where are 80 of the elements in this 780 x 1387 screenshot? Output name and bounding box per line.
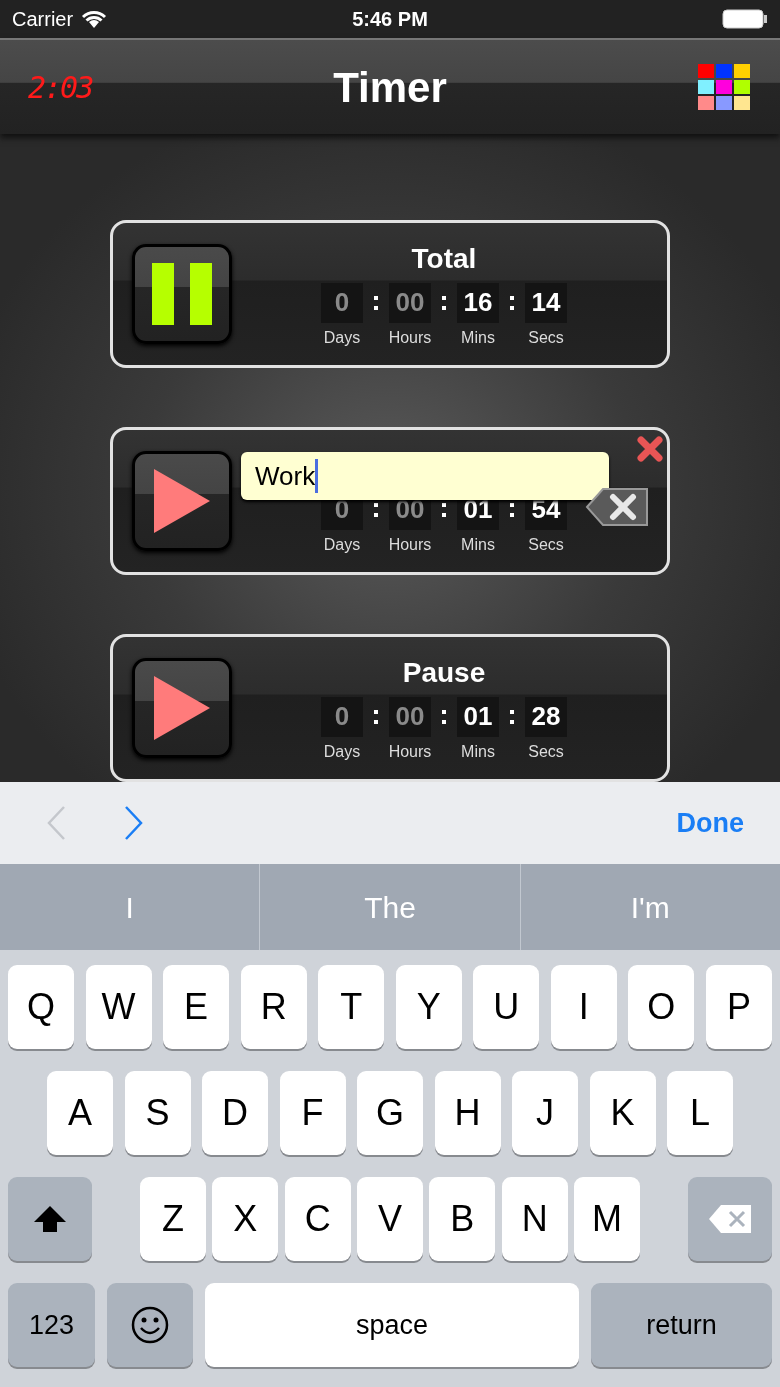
digit-display: 0 — [321, 696, 363, 737]
chevron-left-icon — [46, 805, 66, 841]
timer-title: Total — [411, 241, 477, 276]
digit-display: 00 — [389, 696, 431, 737]
letter-key[interactable]: R — [240, 965, 307, 1049]
carrier-label: Carrier — [12, 7, 74, 32]
letter-key[interactable]: G — [357, 1071, 423, 1155]
wifi-icon — [81, 10, 108, 28]
unit-label: Mins — [461, 327, 495, 348]
digit-display: 16 — [457, 282, 499, 323]
unit-label: Days — [323, 741, 361, 762]
letter-key[interactable]: L — [667, 1071, 733, 1155]
unit-label: Hours — [388, 741, 432, 762]
colon-icon — [510, 502, 514, 517]
screen-title: Timer — [333, 62, 447, 113]
unit-label: Days — [323, 534, 361, 555]
unit-label: Hours — [388, 327, 432, 348]
start-stop-button[interactable] — [132, 658, 232, 758]
letter-key[interactable]: H — [434, 1071, 501, 1155]
letter-key[interactable]: M — [573, 1177, 640, 1261]
digit-display: 01 — [457, 696, 499, 737]
name-field[interactable]: Work — [241, 452, 609, 500]
digit-display: 0 — [321, 282, 363, 323]
letter-key[interactable]: A — [47, 1071, 113, 1155]
letter-key[interactable]: N — [501, 1177, 568, 1261]
start-stop-button[interactable] — [132, 244, 232, 344]
colon-icon — [374, 502, 378, 517]
letter-key[interactable]: J — [512, 1071, 578, 1155]
letter-key[interactable]: X — [212, 1177, 279, 1261]
clear-button[interactable] — [585, 487, 649, 527]
unit-label: Secs — [528, 741, 564, 762]
letter-key[interactable]: F — [279, 1071, 346, 1155]
letter-key[interactable]: Q — [8, 965, 74, 1049]
letter-key[interactable]: S — [124, 1071, 191, 1155]
numbers-key[interactable]: 123 — [8, 1283, 95, 1367]
return-key[interactable]: return — [591, 1283, 772, 1367]
colon-icon — [374, 295, 378, 310]
letter-key[interactable]: B — [429, 1177, 496, 1261]
unit-label: Mins — [461, 741, 495, 762]
colon-icon — [510, 709, 514, 724]
letter-key[interactable]: K — [589, 1071, 656, 1155]
letter-key[interactable]: I — [550, 965, 617, 1049]
backspace-icon — [708, 1204, 752, 1234]
letter-key[interactable]: O — [628, 965, 695, 1049]
timer-title: Pause — [402, 655, 486, 690]
space-key[interactable]: space — [205, 1283, 579, 1367]
letter-key[interactable]: U — [473, 965, 540, 1049]
status-time: 5:46 PM — [352, 7, 428, 32]
letter-key[interactable]: D — [202, 1071, 268, 1155]
letter-key[interactable]: Y — [395, 965, 462, 1049]
letter-key[interactable]: Z — [140, 1177, 206, 1261]
colon-icon — [442, 709, 446, 724]
digit-display: 00 — [389, 282, 431, 323]
letter-key[interactable]: T — [318, 965, 385, 1049]
delete-icon[interactable] — [637, 436, 663, 462]
unit-label: Days — [323, 327, 361, 348]
start-stop-button[interactable] — [132, 451, 232, 551]
unit-label: Secs — [528, 534, 564, 555]
letter-key[interactable]: P — [705, 965, 772, 1049]
unit-label: Hours — [388, 534, 432, 555]
color-grid-button[interactable] — [696, 62, 752, 112]
colon-icon — [374, 709, 378, 724]
colon-icon — [510, 295, 514, 310]
digit-display: 28 — [525, 696, 567, 737]
colon-icon — [442, 295, 446, 310]
letter-key[interactable]: C — [284, 1177, 351, 1261]
letter-key[interactable]: E — [163, 965, 230, 1049]
shift-key[interactable] — [8, 1177, 92, 1261]
smiley-icon — [130, 1305, 170, 1345]
unit-label: Mins — [461, 534, 495, 555]
letter-key[interactable]: W — [85, 965, 152, 1049]
clock-display: 2:03 — [28, 68, 93, 107]
battery-icon — [722, 9, 768, 29]
chevron-right-icon — [124, 805, 144, 841]
digit-display: 14 — [525, 282, 567, 323]
unit-label: Secs — [528, 327, 564, 348]
letter-key[interactable]: V — [357, 1177, 423, 1261]
emoji-key[interactable] — [107, 1283, 193, 1367]
colon-icon — [442, 502, 446, 517]
shift-icon — [32, 1204, 68, 1234]
